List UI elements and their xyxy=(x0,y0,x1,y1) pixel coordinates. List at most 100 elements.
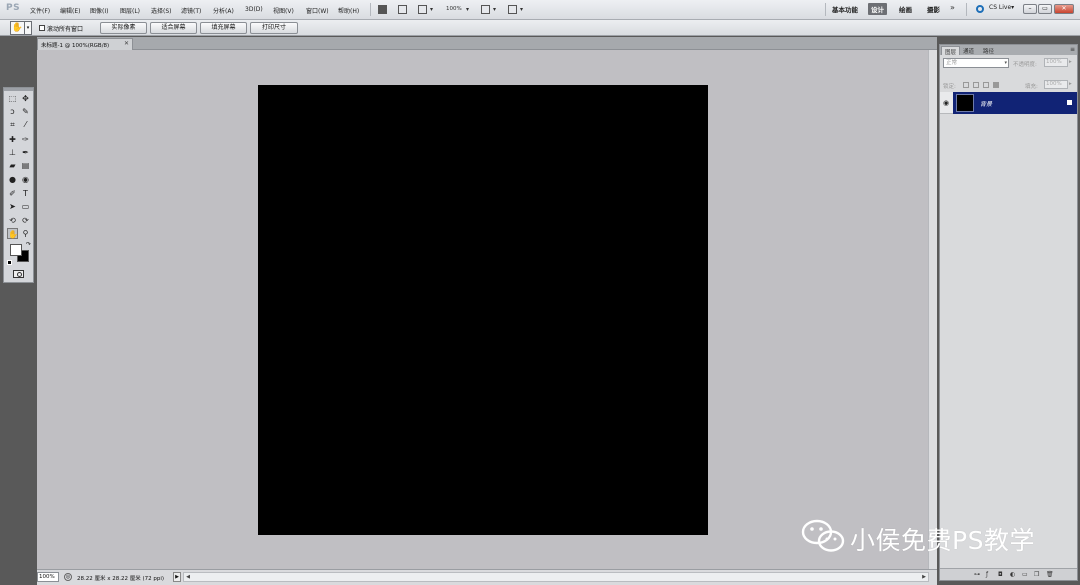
workspace-photography[interactable]: 摄影 xyxy=(927,4,940,14)
close-icon[interactable]: ✕ xyxy=(124,40,129,47)
zoom-level-select[interactable]: 100% xyxy=(446,6,462,12)
opacity-field[interactable]: 100% xyxy=(1044,58,1068,67)
tab-paths[interactable]: 路径 xyxy=(980,46,997,55)
eye-icon[interactable]: ◉ xyxy=(943,99,949,107)
view-extras-icon[interactable] xyxy=(418,5,427,14)
mini-bridge-icon[interactable] xyxy=(398,5,407,14)
actual-pixels-button[interactable]: 实际像素 xyxy=(100,22,147,34)
foreground-color-swatch[interactable] xyxy=(10,244,22,256)
document-canvas[interactable] xyxy=(258,85,708,535)
crop-tool-icon[interactable]: ⌗ xyxy=(7,119,18,130)
gradient-tool-icon[interactable]: ▤ xyxy=(20,160,31,171)
lock-transparent-icon[interactable] xyxy=(963,82,969,88)
layer-selected[interactable]: 背景 xyxy=(953,92,1077,114)
menu-view[interactable]: 视图(V) xyxy=(273,6,294,15)
scroll-all-windows-checkbox[interactable] xyxy=(39,25,45,31)
blur-tool-icon[interactable]: ● xyxy=(7,174,18,185)
eraser-tool-icon[interactable]: ▰ xyxy=(7,160,18,171)
clone-stamp-tool-icon[interactable]: ⊥ xyxy=(7,147,18,158)
horizontal-scrollbar[interactable]: ◀ ▶ xyxy=(183,572,929,582)
layer-style-icon[interactable]: ƒ xyxy=(986,571,988,578)
type-tool-icon[interactable]: T xyxy=(20,188,31,199)
history-brush-tool-icon[interactable]: ✒ xyxy=(20,147,31,158)
3d-rotate-tool-icon[interactable]: ⟲ xyxy=(7,215,18,226)
menu-layer[interactable]: 图层(L) xyxy=(120,6,140,15)
marquee-tool-icon[interactable]: ⬚ xyxy=(7,93,18,104)
bridge-icon[interactable] xyxy=(378,5,387,14)
workspace-painting[interactable]: 绘画 xyxy=(899,4,912,14)
hand-tool-icon[interactable]: ✋ xyxy=(7,228,18,239)
lock-image-icon[interactable] xyxy=(973,82,979,88)
layer-name[interactable]: 背景 xyxy=(980,99,992,108)
print-size-button[interactable]: 打印尺寸 xyxy=(250,22,298,34)
workspace-basic[interactable]: 基本功能 xyxy=(832,4,858,14)
lasso-tool-icon[interactable]: ↄ xyxy=(7,106,18,117)
chevron-down-icon[interactable]: ▾ xyxy=(466,6,469,13)
cs-live-button[interactable]: CS Live▾ xyxy=(989,4,1014,11)
scroll-left-icon[interactable]: ◀ xyxy=(184,573,192,581)
panel-grip[interactable] xyxy=(4,88,33,91)
chevron-down-icon[interactable]: ▾ xyxy=(520,6,523,13)
quick-mask-icon[interactable] xyxy=(13,270,24,278)
workspace-design[interactable]: 设计 xyxy=(868,3,887,15)
default-colors-icon[interactable] xyxy=(7,260,12,265)
screen-mode-icon[interactable] xyxy=(508,5,517,14)
menu-image[interactable]: 图像(I) xyxy=(90,6,108,15)
menu-3d[interactable]: 3D(D) xyxy=(245,6,263,13)
brush-tool-icon[interactable]: ✑ xyxy=(20,134,31,145)
close-button[interactable]: ✕ xyxy=(1054,4,1074,14)
layer-row[interactable]: ◉ 背景 xyxy=(940,92,1077,114)
healing-brush-tool-icon[interactable]: ✚ xyxy=(7,134,18,145)
canvas-area[interactable] xyxy=(37,50,928,569)
zoom-field[interactable]: 100% xyxy=(37,572,59,582)
lock-position-icon[interactable] xyxy=(983,82,989,88)
menu-filter[interactable]: 滤镜(T) xyxy=(181,6,201,15)
chevron-down-icon[interactable]: ▸ xyxy=(1069,59,1072,65)
fill-screen-button[interactable]: 填充屏幕 xyxy=(200,22,247,34)
menu-window[interactable]: 窗口(W) xyxy=(306,6,329,15)
document-tab[interactable]: 未标题-1 @ 100%(RGB/8) ✕ xyxy=(37,38,133,50)
panel-menu-icon[interactable]: ≡ xyxy=(1070,46,1075,53)
fill-field[interactable]: 100% xyxy=(1044,80,1068,89)
adjustment-layer-icon[interactable]: ◐ xyxy=(1010,571,1015,578)
vertical-scrollbar[interactable] xyxy=(928,50,937,569)
tab-channels[interactable]: 通道 xyxy=(960,46,977,55)
menu-edit[interactable]: 编辑(E) xyxy=(60,6,80,15)
lock-all-icon[interactable] xyxy=(993,82,999,88)
blend-mode-select[interactable]: 正常 ▾ xyxy=(943,58,1009,68)
layer-mask-icon[interactable]: ◘ xyxy=(998,571,1003,578)
tab-layers[interactable]: 图层 xyxy=(941,46,961,56)
menu-help[interactable]: 帮助(H) xyxy=(338,6,359,15)
move-tool-icon[interactable]: ✥ xyxy=(20,93,31,104)
arrange-documents-icon[interactable] xyxy=(481,5,490,14)
3d-orbit-tool-icon[interactable]: ⟳ xyxy=(20,215,31,226)
delete-layer-icon[interactable]: 🗑 xyxy=(1046,571,1054,578)
eyedropper-tool-icon[interactable]: ⁄ xyxy=(20,119,31,130)
cs-live-icon[interactable] xyxy=(976,5,984,13)
menu-analysis[interactable]: 分析(A) xyxy=(213,6,234,15)
swap-colors-icon[interactable]: ↷ xyxy=(26,241,31,248)
menu-file[interactable]: 文件(F) xyxy=(30,6,50,15)
quick-selection-tool-icon[interactable]: ✎ xyxy=(20,106,31,117)
path-selection-tool-icon[interactable]: ➤ xyxy=(7,201,18,212)
pen-tool-icon[interactable]: ✐ xyxy=(7,188,18,199)
scroll-right-icon[interactable]: ▶ xyxy=(920,573,928,581)
link-layers-icon[interactable]: ⊶ xyxy=(974,571,980,578)
menu-select[interactable]: 选择(S) xyxy=(151,6,172,15)
zoom-tool-icon[interactable]: ⚲ xyxy=(20,228,31,239)
chevron-down-icon[interactable]: ▾ xyxy=(493,6,496,13)
chevron-down-icon[interactable]: ▾ xyxy=(25,21,32,35)
restore-button[interactable]: ▭ xyxy=(1038,4,1052,14)
shape-tool-icon[interactable]: ▭ xyxy=(20,201,31,212)
fit-screen-button[interactable]: 适合屏幕 xyxy=(150,22,197,34)
chevron-down-icon[interactable]: ▾ xyxy=(430,6,433,13)
hand-tool-preset-icon[interactable]: ✋ xyxy=(10,21,25,35)
dodge-tool-icon[interactable]: ◉ xyxy=(20,174,31,185)
group-icon[interactable]: ▭ xyxy=(1022,571,1028,578)
status-menu-arrow-icon[interactable]: ▶ xyxy=(173,572,181,582)
document-status-icon[interactable]: ◎ xyxy=(64,573,72,581)
chevron-down-icon[interactable]: ▸ xyxy=(1069,81,1072,87)
minimize-button[interactable]: – xyxy=(1023,4,1037,14)
more-workspaces-icon[interactable]: » xyxy=(950,3,955,12)
new-layer-icon[interactable]: ❐ xyxy=(1034,571,1039,578)
